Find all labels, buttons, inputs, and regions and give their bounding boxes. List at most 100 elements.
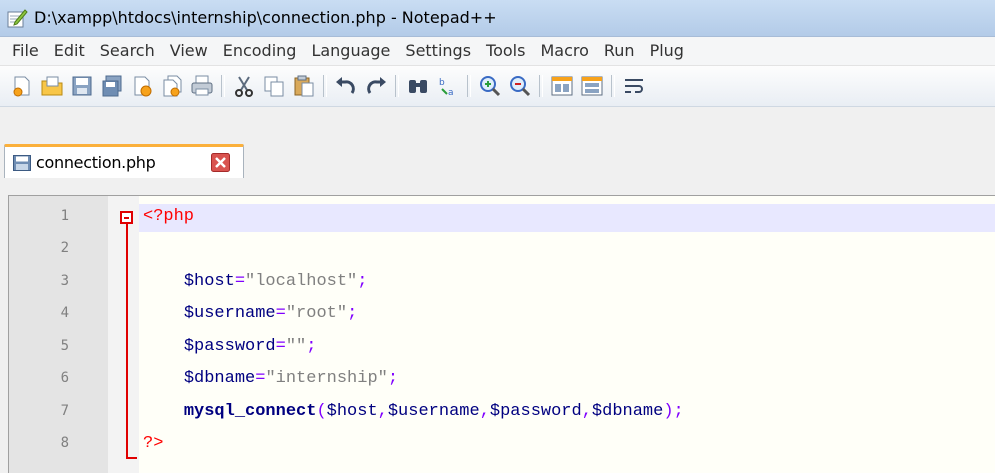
menu-language[interactable]: Language (311, 37, 390, 60)
line-number-gutter: 1 2 3 4 5 6 7 8 (9, 196, 108, 473)
code-line: ?> (143, 434, 163, 453)
save-state-icon (13, 155, 31, 171)
code-token: $username (183, 304, 276, 323)
save-icon[interactable] (70, 74, 94, 98)
line-number: 7 (60, 403, 69, 419)
tab-label: connection.php (36, 153, 156, 172)
tab-connection-php[interactable]: connection.php (4, 144, 244, 178)
menu-encoding[interactable]: Encoding (223, 37, 297, 60)
code-token: $username (387, 402, 480, 421)
code-token: ; (357, 272, 368, 291)
copy-icon[interactable] (262, 74, 286, 98)
line-number: 5 (60, 338, 69, 354)
code-token: "root" (285, 304, 348, 323)
tab-bar: connection.php (0, 107, 995, 195)
fold-collapse-icon[interactable] (120, 211, 133, 224)
code-token: , (377, 402, 388, 421)
menu-macro[interactable]: Macro (540, 37, 588, 60)
menu-file[interactable]: File (12, 37, 39, 60)
code-token: = (234, 272, 246, 291)
sync-vertical-icon[interactable] (550, 74, 574, 98)
cut-icon[interactable] (232, 74, 256, 98)
line-number: 2 (60, 240, 69, 256)
toolbar-separator (467, 75, 471, 97)
toolbar-separator (395, 75, 399, 97)
code-line: $host="localhost"; (143, 272, 368, 291)
line-number: 1 (60, 208, 69, 224)
menu-edit[interactable]: Edit (54, 37, 85, 60)
code-line: <?php (143, 207, 194, 226)
find-icon[interactable] (406, 74, 430, 98)
code-token: "" (285, 337, 307, 356)
code-token: ) (663, 402, 674, 421)
close-icon[interactable] (130, 74, 154, 98)
fold-margin (108, 196, 139, 473)
code-token: $host (326, 402, 378, 421)
window-title: D:\xampp\htdocs\internship\connection.ph… (34, 8, 497, 27)
svg-text:b: b (439, 78, 445, 88)
sync-horizontal-icon[interactable] (580, 74, 604, 98)
toolbar-separator (611, 75, 615, 97)
code-token: = (275, 337, 286, 356)
line-number: 6 (60, 370, 69, 386)
code-token: = (255, 369, 266, 388)
code-line: $password=""; (143, 337, 317, 356)
menu-run[interactable]: Run (604, 37, 635, 60)
toolbar-separator (539, 75, 543, 97)
current-line-highlight (139, 204, 995, 232)
code-token: mysql_connect (183, 402, 317, 421)
paste-icon[interactable] (292, 74, 316, 98)
code-token: $dbname (183, 369, 256, 388)
zoom-out-icon[interactable] (508, 74, 532, 98)
code-token: ( (316, 402, 327, 421)
title-bar: D:\xampp\htdocs\internship\connection.ph… (0, 0, 995, 37)
menu-tools[interactable]: Tools (486, 37, 525, 60)
code-line: $dbname="internship"; (143, 369, 398, 388)
code-token: "internship" (265, 369, 388, 388)
code-token: = (275, 304, 286, 323)
code-token: $dbname (591, 402, 664, 421)
svg-text:a: a (448, 88, 454, 98)
word-wrap-icon[interactable] (622, 74, 646, 98)
line-number: 8 (60, 435, 69, 451)
code-token: ?> (143, 434, 164, 453)
line-number: 3 (60, 273, 69, 289)
code-area[interactable]: <?php $host="localhost"; $username="root… (139, 196, 995, 473)
code-token: , (581, 402, 592, 421)
tab-close-icon[interactable] (211, 153, 230, 172)
code-token: $host (183, 272, 235, 291)
menu-plugins[interactable]: Plug (650, 37, 684, 60)
code-token: ; (673, 402, 684, 421)
code-line: $username="root"; (143, 304, 357, 323)
zoom-in-icon[interactable] (478, 74, 502, 98)
notepad-pencil-icon (7, 9, 28, 28)
code-token: $password (183, 337, 276, 356)
menu-bar: File Edit Search View Encoding Language Settin… (0, 37, 995, 66)
close-all-icon[interactable] (160, 74, 184, 98)
menu-view[interactable]: View (170, 37, 208, 60)
code-token: ; (347, 304, 358, 323)
code-token: $password (489, 402, 582, 421)
redo-icon[interactable] (364, 74, 388, 98)
code-token: <?php (143, 207, 195, 226)
menu-settings[interactable]: Settings (405, 37, 471, 60)
code-token: ; (306, 337, 317, 356)
toolbar-separator (221, 75, 225, 97)
open-file-icon[interactable] (40, 74, 64, 98)
replace-icon[interactable]: ba (436, 74, 460, 98)
print-icon[interactable] (190, 74, 214, 98)
save-all-icon[interactable] (100, 74, 124, 98)
code-editor[interactable]: 1 2 3 4 5 6 7 8 <?php $host="localhost";… (8, 195, 995, 473)
undo-icon[interactable] (334, 74, 358, 98)
toolbar: ba (0, 66, 995, 107)
menu-search[interactable]: Search (100, 37, 155, 60)
code-token: ; (387, 369, 399, 388)
fold-end-marker (126, 457, 137, 459)
new-file-icon[interactable] (10, 74, 34, 98)
toolbar-separator (323, 75, 327, 97)
